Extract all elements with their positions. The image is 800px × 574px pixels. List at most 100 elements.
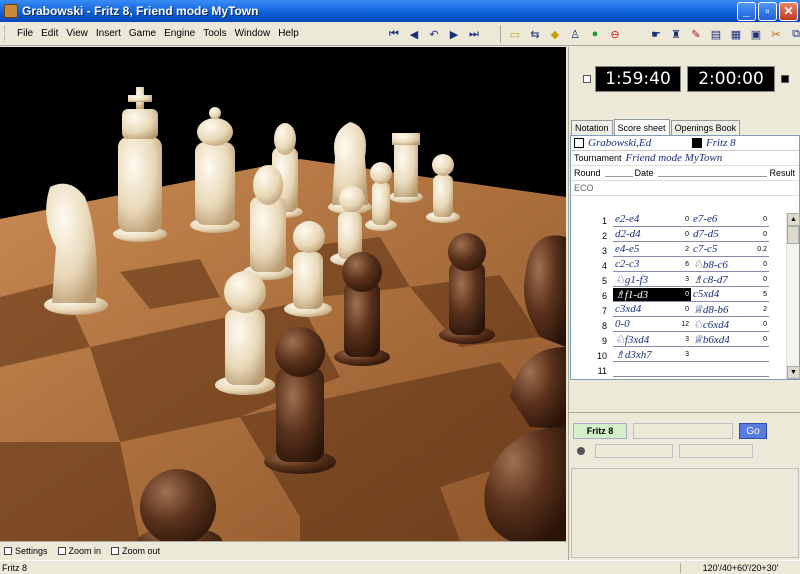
hint-icon[interactable]: ◆ [547, 26, 563, 42]
white-move[interactable]: e4-e5 2 [613, 243, 691, 257]
menu-file[interactable]: File [13, 28, 37, 39]
maximize-button[interactable]: ▫ [758, 1, 777, 21]
white-move[interactable]: d2-d4 0 [613, 228, 691, 242]
black-move[interactable]: e7-e6 0 [691, 213, 769, 227]
engine-status-icon [577, 447, 585, 455]
app-icon[interactable] [4, 4, 18, 18]
tab-openings-book[interactable]: Openings Book [670, 120, 741, 135]
takeback-icon[interactable]: ↶ [426, 26, 442, 42]
tournament-value[interactable]: Friend mode MyTown [626, 152, 723, 164]
black-move[interactable]: ♗c8-d7 0 [691, 273, 769, 287]
tab-notation[interactable]: Notation [571, 120, 613, 135]
analysis-icon[interactable]: ♙ [567, 26, 583, 42]
clock-panel: 1:59:40 2:00:00 [569, 47, 800, 112]
white-move-text: 0-0 [615, 318, 630, 330]
black-move[interactable] [691, 363, 769, 377]
minimize-button[interactable]: _ [737, 1, 756, 21]
black-move-time: 0 [763, 216, 767, 223]
black-move[interactable]: ♕d8-b6 2 [691, 303, 769, 317]
black-move[interactable]: d7-d5 0 [691, 228, 769, 242]
white-move[interactable]: e2-e4 0 [613, 213, 691, 227]
black-move-text: e7-e6 [693, 213, 718, 225]
print-icon[interactable]: ▤ [708, 26, 724, 42]
black-clock: 2:00:00 [687, 66, 775, 92]
tab-score-sheet[interactable]: Score sheet [613, 119, 670, 135]
toolbar-separator [500, 25, 501, 43]
move-list: 1 e2-e4 0 e7-e6 0 2 d2-d4 0 d7-d5 0 3 e4-e5 2 c7-c5 0.… [571, 213, 787, 379]
scroll-up-arrow-icon[interactable]: ▲ [787, 213, 800, 226]
white-move-time: 3 [685, 336, 689, 343]
toolbar-grip[interactable] [4, 25, 7, 42]
black-move-time: 0 [763, 231, 767, 238]
black-move[interactable]: c5xd4 5 [691, 288, 769, 302]
black-move[interactable]: c7-c5 0.2 [691, 243, 769, 257]
black-move-time: 0.2 [757, 246, 767, 253]
edit-pen-icon[interactable]: ✎ [688, 26, 704, 42]
menu-view[interactable]: View [62, 28, 92, 39]
flip-board-icon[interactable]: ⇆ [527, 26, 543, 42]
engine-eval-field [633, 423, 733, 439]
black-move[interactable]: ♘c6xd4 0 [691, 318, 769, 332]
status-time-control: 120'/40+60'/20+30' [680, 562, 800, 573]
window-title: Grabowski - Fritz 8, Friend mode MyTown [22, 4, 259, 18]
white-move[interactable]: ♗f1-d3 0 [613, 288, 691, 302]
zoom-in-button[interactable]: Zoom in [57, 546, 101, 556]
database-icon[interactable]: ▦ [728, 26, 744, 42]
black-move[interactable] [691, 348, 769, 362]
zoom-out-button[interactable]: Zoom out [111, 546, 160, 556]
next-move-icon[interactable]: ▶ [446, 26, 462, 42]
white-move[interactable]: c3xd4 0 [613, 303, 691, 317]
black-move[interactable]: ♕b6xd4 0 [691, 333, 769, 347]
white-player[interactable]: Grabowski,Ed [588, 137, 692, 149]
previous-move-icon[interactable]: ◀ [406, 26, 422, 42]
engine-depth-field [595, 444, 673, 458]
white-color-box [574, 138, 584, 148]
handshake-icon[interactable]: ☛ [648, 26, 664, 42]
white-move[interactable] [613, 363, 691, 377]
white-move[interactable]: 0-0 12 [613, 318, 691, 332]
first-move-icon[interactable]: ⏮ [386, 26, 402, 42]
chess-board-3d[interactable] [0, 47, 566, 541]
settings-label: Settings [15, 546, 48, 556]
last-move-icon[interactable]: ⏭ [466, 26, 482, 42]
tools-icon[interactable]: ✂ [768, 26, 784, 42]
black-move[interactable]: ♘b8-c6 0 [691, 258, 769, 272]
menu-tools[interactable]: Tools [199, 28, 230, 39]
app-window: Grabowski - Fritz 8, Friend mode MyTown … [0, 0, 800, 574]
menu-edit[interactable]: Edit [37, 28, 62, 39]
layout-icon[interactable]: ▣ [748, 26, 764, 42]
black-to-move-indicator [781, 75, 789, 83]
white-move-time: 3 [685, 276, 689, 283]
menu-help[interactable]: Help [274, 28, 303, 39]
status-left: Fritz 8 [2, 562, 28, 573]
stop-icon[interactable]: ⊖ [607, 26, 623, 42]
scroll-down-arrow-icon[interactable]: ▼ [787, 366, 800, 379]
white-move[interactable]: c2-c3 6 [613, 258, 691, 272]
menu-engine[interactable]: Engine [160, 28, 199, 39]
settings-button[interactable]: Settings [4, 546, 48, 556]
white-move[interactable]: ♗d3xh7 3 [613, 348, 691, 362]
go-button[interactable]: Go [739, 423, 767, 439]
copy-window-icon[interactable]: ⧉ [788, 26, 800, 42]
menu-window[interactable]: Window [231, 28, 275, 39]
close-button[interactable]: ✕ [779, 1, 798, 21]
zoom-out-label: Zoom out [122, 546, 161, 556]
engine-on-icon[interactable]: ● [587, 26, 603, 42]
menu-game[interactable]: Game [125, 28, 160, 39]
white-move-time: 0 [685, 216, 689, 223]
menu-insert[interactable]: Insert [92, 28, 125, 39]
pieces-icon[interactable]: ♜ [668, 26, 684, 42]
eco-row: ECO [571, 181, 799, 196]
white-move[interactable]: ♘g1-f3 3 [613, 273, 691, 287]
title-bar[interactable]: Grabowski - Fritz 8, Friend mode MyTown … [0, 0, 800, 22]
game-toolbar: ▭ ⇆ ◆ ♙ ● ⊖ [496, 24, 625, 44]
new-game-icon[interactable]: ▭ [507, 26, 523, 42]
black-player[interactable]: Fritz 8 [706, 137, 736, 149]
move-list-scrollbar[interactable]: ▲ ▼ [786, 213, 800, 379]
move-row: 11 [571, 363, 787, 378]
white-move[interactable]: ♘f3xd4 3 [613, 333, 691, 347]
white-move-time: 12 [681, 321, 689, 328]
round-field[interactable] [604, 169, 633, 177]
scroll-thumb[interactable] [787, 226, 799, 244]
date-field[interactable] [657, 169, 768, 177]
